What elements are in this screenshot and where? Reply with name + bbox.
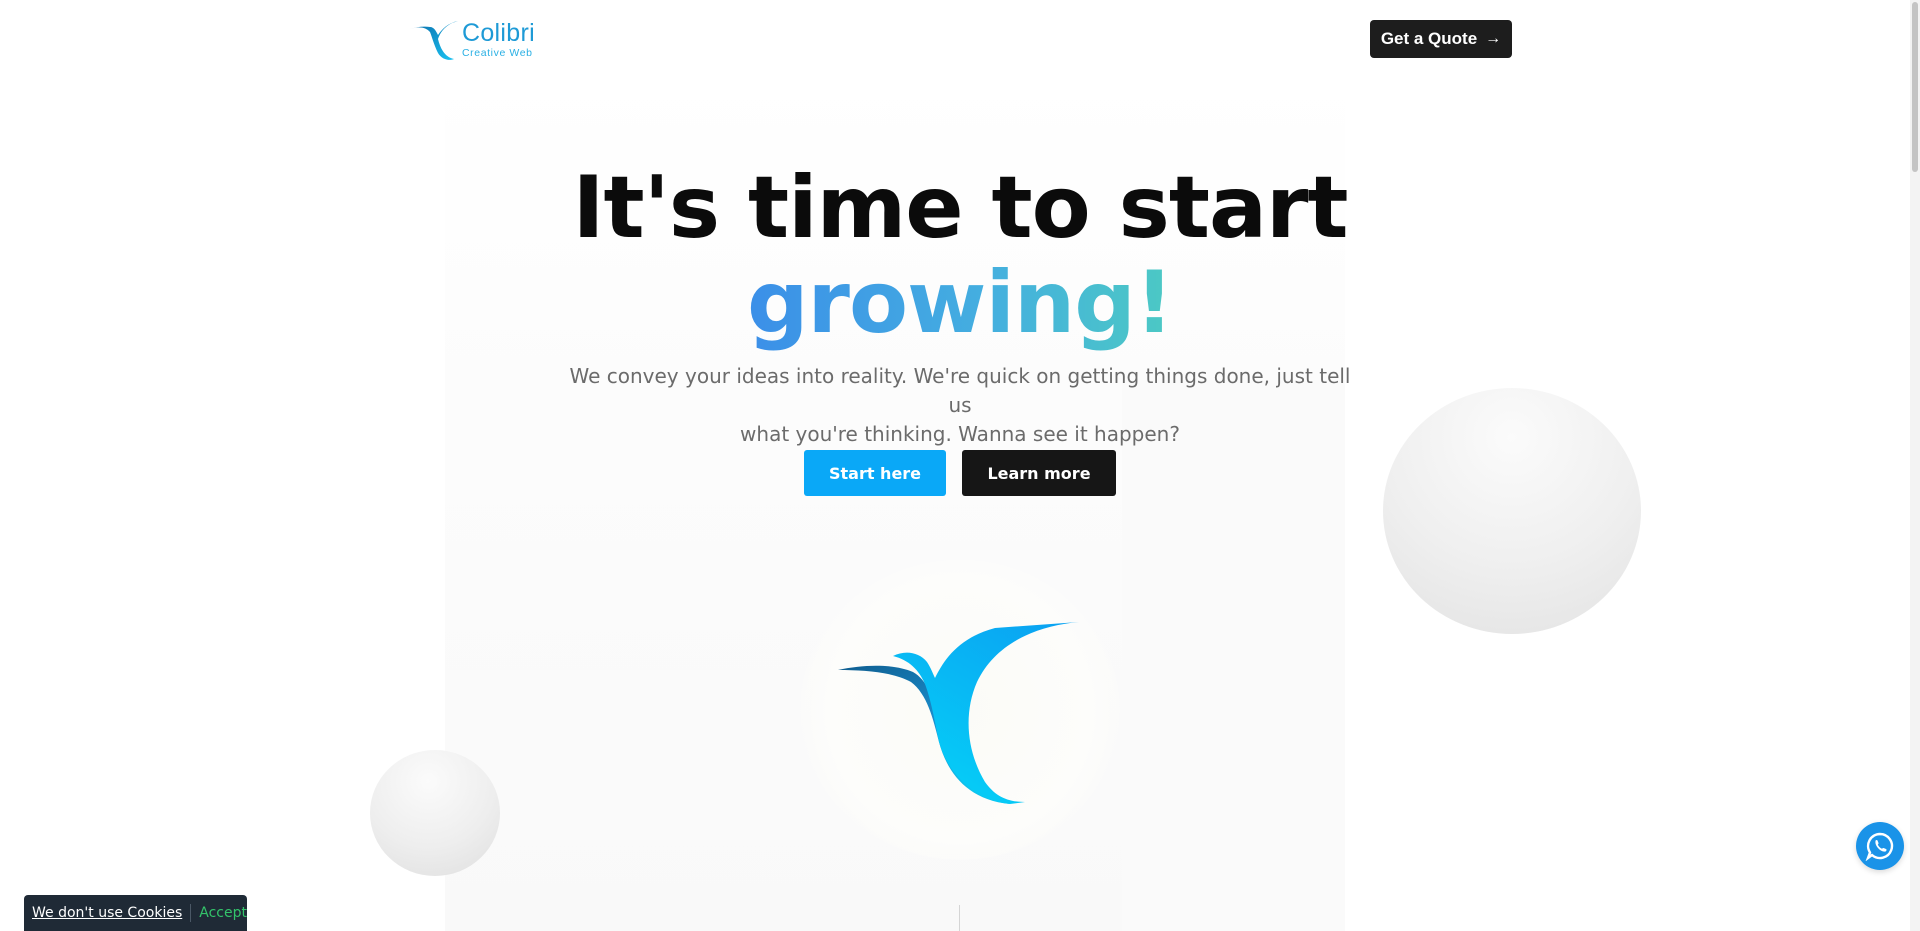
decorative-circle-large bbox=[1383, 388, 1641, 634]
cookie-accept-button[interactable]: Accept bbox=[199, 905, 247, 921]
page-scrollbar[interactable] bbox=[1910, 0, 1920, 931]
get-a-quote-label: Get a Quote bbox=[1380, 29, 1478, 48]
logo-name: Colibri bbox=[462, 19, 535, 48]
hero-subtitle: We convey your ideas into reality. We're… bbox=[560, 362, 1360, 449]
hero-subtitle-line-1: We convey your ideas into reality. We're… bbox=[569, 364, 1351, 417]
decorative-circle-small bbox=[370, 750, 500, 876]
whatsapp-icon bbox=[1865, 832, 1894, 861]
whatsapp-button[interactable] bbox=[1856, 822, 1904, 870]
hero-title-gradient-text: growing! bbox=[747, 253, 1174, 353]
scrollbar-thumb[interactable] bbox=[1912, 2, 1918, 172]
cookie-banner: We don't use Cookies Accept bbox=[24, 895, 247, 931]
learn-more-button[interactable]: Learn more bbox=[962, 450, 1116, 496]
section-divider bbox=[959, 905, 960, 931]
hero-background-panel bbox=[1122, 380, 1345, 931]
cookie-divider bbox=[190, 904, 192, 922]
hummingbird-logo-icon bbox=[410, 21, 458, 60]
arrow-right-icon: → bbox=[1485, 30, 1502, 47]
start-here-button[interactable]: Start here bbox=[804, 450, 946, 496]
get-a-quote-button[interactable]: Get a Quote → bbox=[1370, 20, 1512, 58]
logo-tagline: Creative Web bbox=[462, 47, 533, 60]
hero-title: It's time to start bbox=[572, 158, 1348, 258]
site-logo[interactable]: Colibri Creative Web bbox=[408, 12, 556, 68]
cookie-policy-link[interactable]: We don't use Cookies bbox=[32, 905, 182, 921]
hero-subtitle-line-2: what you're thinking. Wanna see it happe… bbox=[740, 422, 1180, 446]
hummingbird-logo-icon bbox=[838, 622, 1079, 804]
hero-title-highlight: growing! bbox=[0, 253, 1920, 353]
